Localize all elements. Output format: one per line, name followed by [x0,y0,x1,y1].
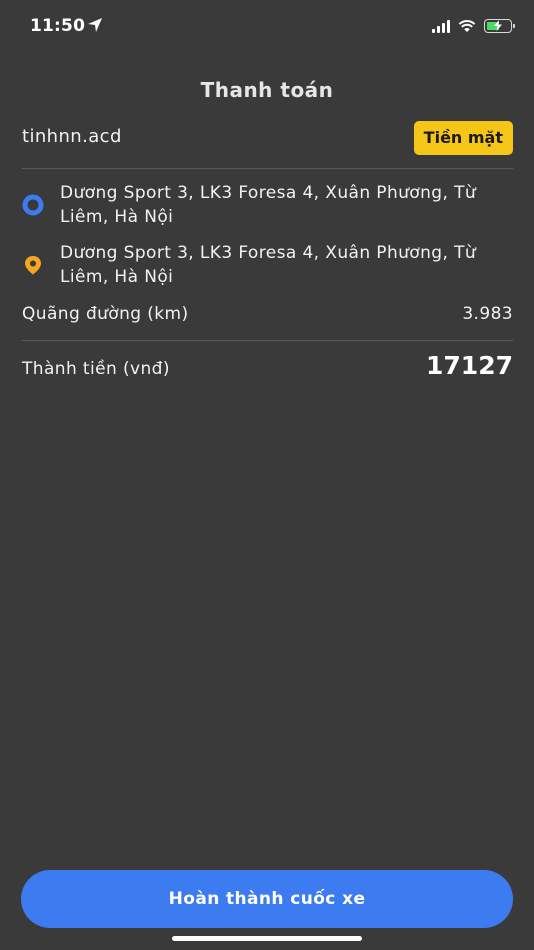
divider [22,340,513,341]
username: tinhnn.acd [22,126,122,147]
distance-label: Quãng đường (km) [22,304,189,324]
location-arrow-icon [88,18,102,32]
status-icons [432,16,515,36]
dropoff-location: Dương Sport 3, LK3 Foresa 4, Xuân Phương… [22,241,513,291]
home-indicator[interactable] [172,936,362,941]
pickup-location: Dương Sport 3, LK3 Foresa 4, Xuân Phương… [22,181,513,231]
total-value: 17127 [426,351,513,380]
complete-ride-button[interactable]: Hoàn thành cuốc xe [21,870,513,928]
status-bar: 11:50 [0,0,534,52]
dropoff-address: Dương Sport 3, LK3 Foresa 4, Xuân Phương… [60,243,477,287]
divider [22,168,513,169]
total-row: Thành tiền (vnđ) 17127 [22,351,513,385]
pickup-address: Dương Sport 3, LK3 Foresa 4, Xuân Phương… [60,183,477,227]
status-time: 11:50 [30,16,86,36]
page-title: Thanh toán [200,78,334,102]
distance-row: Quãng đường (km) 3.983 [22,300,513,330]
total-label: Thành tiền (vnđ) [22,359,170,379]
distance-value: 3.983 [462,304,513,324]
user-row: tinhnn.acd Tiền mặt [22,120,513,156]
wifi-icon [458,20,476,32]
dropoff-marker-icon [25,256,41,275]
cellular-signal-icon [432,19,450,33]
pickup-marker-icon [22,194,44,216]
payment-method-badge[interactable]: Tiền mặt [413,121,513,155]
battery-charging-icon [484,19,515,33]
